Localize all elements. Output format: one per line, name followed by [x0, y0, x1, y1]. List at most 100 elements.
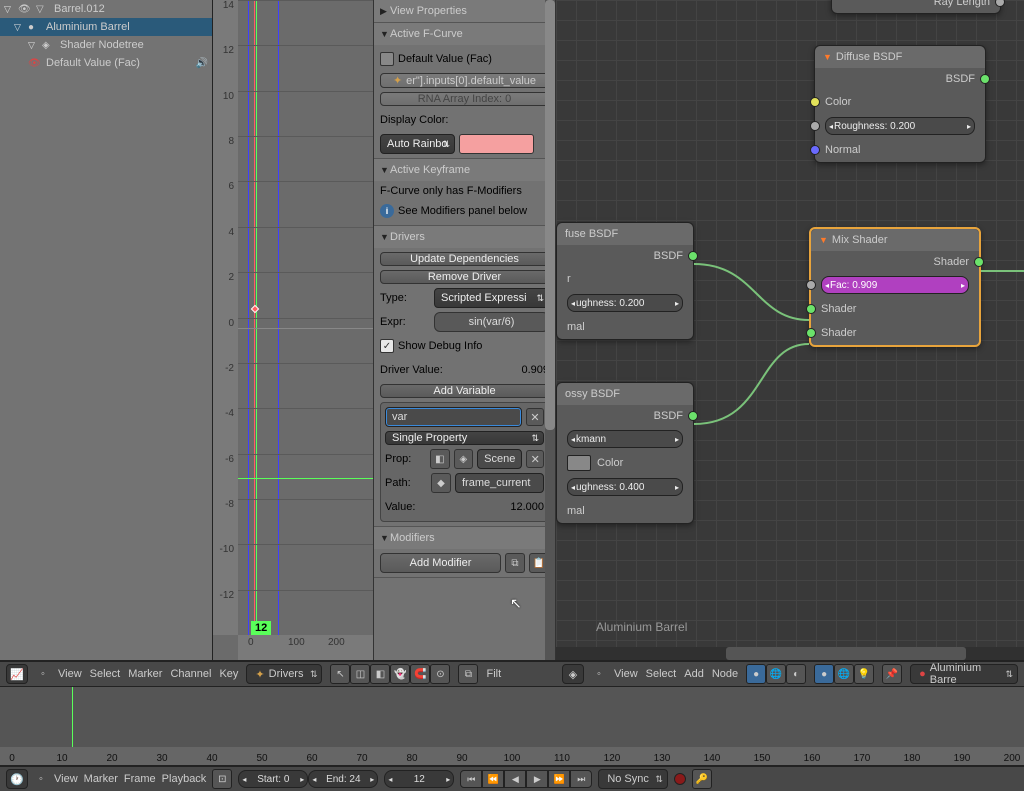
- editor-type-dropdown[interactable]: 🕐: [6, 769, 28, 789]
- node-output-shader[interactable]: Shader: [811, 251, 979, 273]
- editor-type-dropdown[interactable]: ◈: [562, 664, 584, 684]
- node-input-roughness[interactable]: Roughness: 0.200: [815, 114, 985, 138]
- outliner-item-fcurve[interactable]: 👁 Default Value (Fac) 🔊: [0, 54, 212, 72]
- jump-start-button[interactable]: ⏮: [460, 770, 482, 788]
- end-frame-field[interactable]: End: 24: [308, 770, 378, 788]
- shader-data-object-icon[interactable]: ●: [814, 664, 834, 684]
- node-input-normal[interactable]: Normal: [815, 138, 985, 162]
- node-output-bsdf[interactable]: BSDF: [557, 245, 693, 267]
- menu-marker[interactable]: Marker: [84, 773, 118, 785]
- node-input-normal[interactable]: mal: [557, 315, 693, 339]
- cursor-tool-icon[interactable]: ↖: [330, 664, 350, 684]
- node-diffuse-bsdf-2[interactable]: fuse BSDF BSDF r ughness: 0.200 mal: [556, 222, 694, 340]
- node-editor-scrollbar[interactable]: [556, 647, 1024, 660]
- menu-view[interactable]: View: [58, 668, 82, 680]
- node-glossy-bsdf[interactable]: ossy BSDF BSDF kmann Color ughness: 0.40…: [556, 382, 694, 524]
- auto-keyframe-button[interactable]: [674, 773, 686, 785]
- graph-mode-dropdown[interactable]: ✦Drivers: [246, 664, 322, 684]
- disclosure-triangle-icon[interactable]: ▽: [4, 4, 14, 15]
- variable-type-dropdown[interactable]: Single Property: [385, 431, 544, 445]
- collapse-menus-icon[interactable]: ◦: [592, 664, 606, 684]
- node-geometry[interactable]: Ray Length: [831, 0, 1001, 14]
- sync-dropdown[interactable]: No Sync: [598, 769, 668, 789]
- node-output-ray-length[interactable]: Ray Length: [832, 0, 1000, 13]
- node-input-shader-1[interactable]: Shader: [811, 297, 979, 321]
- snap-icon[interactable]: 🧲: [410, 664, 430, 684]
- collapse-menus-icon[interactable]: ◦: [36, 664, 50, 684]
- panel-header-view-properties[interactable]: ▶View Properties: [374, 0, 555, 22]
- editor-type-dropdown[interactable]: 📈: [6, 664, 28, 684]
- add-variable-button[interactable]: Add Variable: [380, 384, 549, 398]
- node-input-roughness[interactable]: ughness: 0.400: [557, 475, 693, 499]
- menu-channel[interactable]: Channel: [170, 668, 211, 680]
- start-frame-field[interactable]: Start: 0: [238, 770, 308, 788]
- node-input-normal[interactable]: mal: [557, 499, 693, 523]
- menu-view[interactable]: View: [614, 668, 638, 680]
- outliner-item-barrel[interactable]: ▽ 👁 ▽ Barrel.012: [0, 0, 212, 18]
- shader-type-world-icon[interactable]: 🌐: [766, 664, 786, 684]
- normalize-icon[interactable]: ◫: [350, 664, 370, 684]
- speaker-icon[interactable]: 🔊: [196, 58, 208, 69]
- copy-modifiers-button[interactable]: ⧉: [505, 553, 525, 573]
- disclosure-triangle-icon[interactable]: ▽: [14, 22, 24, 33]
- pivot-icon[interactable]: ⊙: [430, 664, 450, 684]
- jump-end-button[interactable]: ⏭: [570, 770, 592, 788]
- menu-select[interactable]: Select: [646, 668, 677, 680]
- menu-frame[interactable]: Frame: [124, 773, 156, 785]
- shader-type-line-icon[interactable]: ◐: [786, 664, 806, 684]
- shader-data-world-icon[interactable]: 🌐: [834, 664, 854, 684]
- show-debug-checkbox[interactable]: ✓: [380, 339, 394, 353]
- outliner-item-nodetree[interactable]: ▽ ◈ Shader Nodetree: [0, 36, 212, 54]
- id-browse-button[interactable]: ◈: [454, 449, 474, 469]
- material-dropdown[interactable]: ●Aluminium Barre: [910, 664, 1018, 684]
- eye-icon[interactable]: 👁: [28, 58, 42, 69]
- path-field[interactable]: frame_current: [455, 473, 544, 493]
- panel-header-drivers[interactable]: ▼Drivers: [374, 226, 555, 248]
- shader-type-object-icon[interactable]: ●: [746, 664, 766, 684]
- node-input-fac[interactable]: Fac: 0.909: [811, 273, 979, 297]
- node-input-color[interactable]: Color: [815, 90, 985, 114]
- play-button[interactable]: ▶: [526, 770, 548, 788]
- range-icon[interactable]: ⊡: [212, 769, 232, 789]
- copy-icon[interactable]: ⧉: [458, 664, 478, 684]
- menu-marker[interactable]: Marker: [128, 668, 162, 680]
- menu-view[interactable]: View: [54, 773, 78, 785]
- variable-name-field[interactable]: var: [385, 407, 522, 427]
- node-input-color[interactable]: r: [557, 267, 693, 291]
- node-output-bsdf[interactable]: BSDF: [815, 68, 985, 90]
- node-input-roughness[interactable]: ughness: 0.200: [557, 291, 693, 315]
- current-frame-field[interactable]: 12: [384, 770, 454, 788]
- update-dependencies-button[interactable]: Update Dependencies: [380, 252, 549, 266]
- timeline[interactable]: 0102030405060708090100110120130140150160…: [0, 686, 1024, 765]
- driver-type-dropdown[interactable]: Scripted Expressi: [434, 288, 549, 308]
- node-input-distribution[interactable]: kmann: [557, 427, 693, 451]
- panel-header-modifiers[interactable]: ▼Modifiers: [374, 527, 555, 549]
- id-type-button[interactable]: ◧: [430, 449, 450, 469]
- color-swatch[interactable]: [459, 134, 534, 154]
- keyframe-prev-button[interactable]: ⏪: [482, 770, 504, 788]
- expression-field[interactable]: sin(var/6): [434, 312, 549, 332]
- node-output-bsdf[interactable]: BSDF: [557, 405, 693, 427]
- node-editor[interactable]: Ray Length ▼Diffuse BSDF BSDF Color Roug…: [556, 0, 1024, 660]
- keying-set-icon[interactable]: 🔑: [692, 769, 712, 789]
- pin-icon[interactable]: 📌: [882, 664, 902, 684]
- menu-key[interactable]: Key: [219, 668, 238, 680]
- node-diffuse-bsdf[interactable]: ▼Diffuse BSDF BSDF Color Roughness: 0.20…: [814, 45, 986, 163]
- timeline-ruler[interactable]: 0102030405060708090100110120130140150160…: [0, 747, 1024, 765]
- menu-node[interactable]: Node: [712, 668, 738, 680]
- delete-variable-button[interactable]: ✕: [526, 408, 544, 426]
- graph-canvas[interactable]: [238, 0, 373, 635]
- menu-playback[interactable]: Playback: [162, 773, 207, 785]
- remove-driver-button[interactable]: Remove Driver: [380, 270, 549, 284]
- node-mix-shader[interactable]: ▼Mix Shader Shader Fac: 0.909 Shader Sha…: [809, 227, 981, 347]
- disclosure-triangle-icon[interactable]: ▽: [28, 40, 38, 51]
- add-modifier-button[interactable]: Add Modifier: [380, 553, 501, 573]
- collapse-menus-icon[interactable]: ◦: [34, 769, 48, 789]
- outliner-item-material[interactable]: ▽ ● Aluminium Barrel: [0, 18, 212, 36]
- clear-prop-button[interactable]: ✕: [526, 450, 544, 468]
- auto-normalize-icon[interactable]: ◧: [370, 664, 390, 684]
- ghost-icon[interactable]: 👻: [390, 664, 410, 684]
- keyframe-next-button[interactable]: ⏩: [548, 770, 570, 788]
- panel-header-active-fcurve[interactable]: ▼Active F-Curve: [374, 23, 555, 45]
- menu-add[interactable]: Add: [684, 668, 704, 680]
